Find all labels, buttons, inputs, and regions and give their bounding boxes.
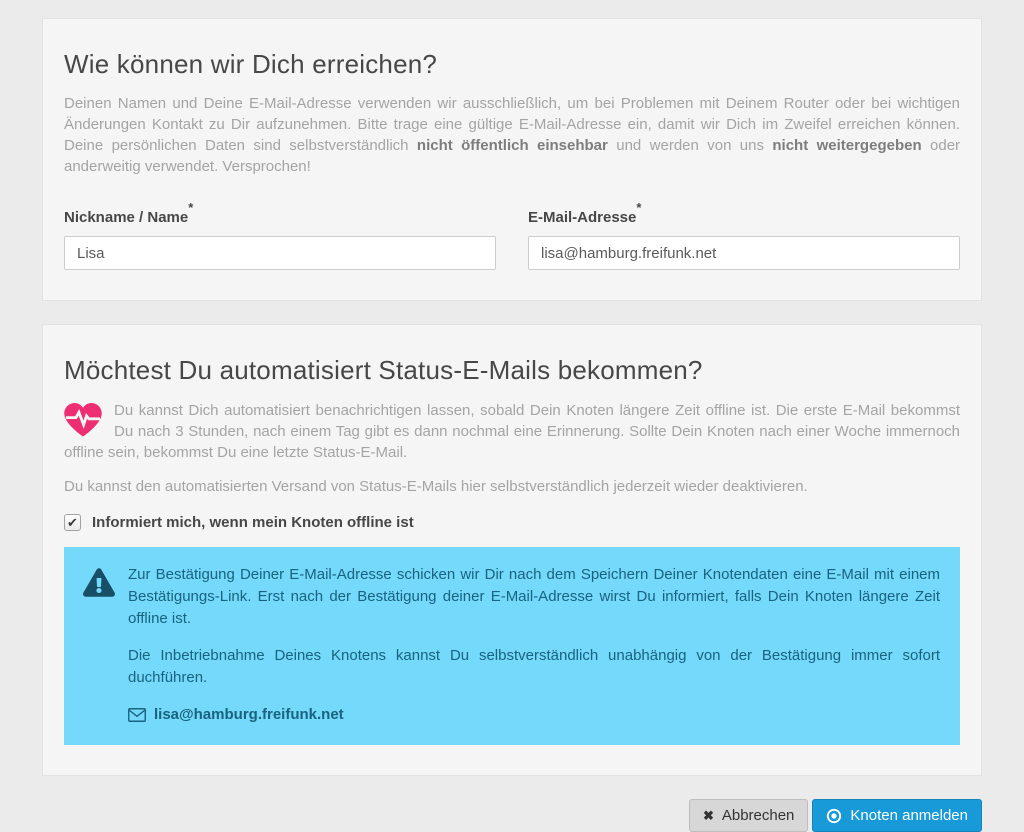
contact-panel-title: Wie können wir Dich erreichen? (64, 49, 960, 80)
intro-bold-1: nicht öffentlich einsehbar (417, 137, 608, 154)
nickname-input[interactable] (64, 236, 496, 270)
action-button-bar: ✖ Abbrechen Knoten anmelden (42, 799, 982, 832)
infobox-paragraph-2: Die Inbetriebnahme Deines Knotens kannst… (128, 645, 940, 689)
status-mail-panel: Möchtest Du automatisiert Status-E-Mails… (42, 324, 982, 776)
confirmation-email-text: lisa@hamburg.freifunk.net (154, 704, 344, 726)
notify-checkbox-row: ✔ Informiert mich, wenn mein Knoten offl… (64, 514, 960, 531)
notify-checkbox-label[interactable]: Informiert mich, wenn mein Knoten offlin… (92, 514, 414, 531)
infobox-icon-column (80, 564, 128, 726)
cancel-x-icon: ✖ (703, 808, 714, 824)
confirmation-infobox: Zur Bestätigung Deiner E-Mail-Adresse sc… (64, 547, 960, 745)
heartbeat-icon (64, 403, 102, 437)
contact-panel: Wie können wir Dich erreichen? Deinen Na… (42, 18, 982, 301)
cancel-button-label: Abbrechen (722, 807, 795, 824)
email-field-group: E-Mail-Adresse* (528, 204, 960, 270)
warning-triangle-icon (83, 568, 115, 597)
status-panel-title: Möchtest Du automatisiert Status-E-Mails… (64, 355, 960, 386)
intro-part-2: und werden von uns (616, 137, 764, 154)
email-label: E-Mail-Adresse* (528, 209, 641, 226)
intro-bold-2: nicht weitergegeben (772, 137, 921, 154)
checkmark-icon: ✔ (67, 516, 78, 529)
nickname-field-group: Nickname / Name* (64, 204, 496, 270)
envelope-icon (128, 708, 146, 722)
page-content: Wie können wir Dich erreichen? Deinen Na… (42, 0, 982, 832)
confirmation-email-line: lisa@hamburg.freifunk.net (128, 704, 940, 726)
nickname-label: Nickname / Name* (64, 209, 193, 226)
contact-form-row: Nickname / Name* E-Mail-Adresse* (64, 204, 960, 270)
email-input[interactable] (528, 236, 960, 270)
status-info-text: Du kannst Dich automatisiert benachricht… (64, 400, 960, 463)
notify-checkbox[interactable]: ✔ (64, 514, 81, 531)
cancel-button[interactable]: ✖ Abbrechen (689, 799, 808, 832)
infobox-content: Zur Bestätigung Deiner E-Mail-Adresse sc… (128, 564, 940, 726)
optout-text: Du kannst den automatisierten Versand vo… (64, 476, 960, 497)
contact-intro-text: Deinen Namen und Deine E-Mail-Adresse ve… (64, 93, 960, 177)
dot-circle-icon (826, 808, 842, 824)
submit-node-button[interactable]: Knoten anmelden (812, 799, 982, 832)
required-asterisk: * (636, 200, 641, 215)
required-asterisk: * (188, 200, 193, 215)
infobox-paragraph-1: Zur Bestätigung Deiner E-Mail-Adresse sc… (128, 564, 940, 630)
submit-button-label: Knoten anmelden (850, 807, 968, 824)
